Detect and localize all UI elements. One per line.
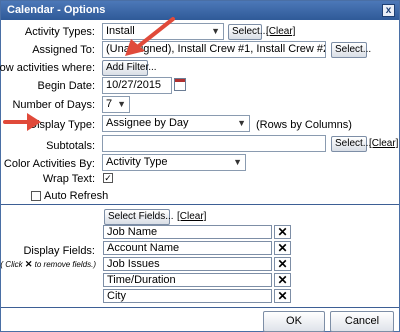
wrap-text-checkbox[interactable]: ✓ [103, 173, 113, 183]
activity-types-clear-link[interactable]: [Clear] [266, 25, 295, 39]
cancel-button[interactable]: Cancel [330, 311, 394, 332]
assigned-to-select-button[interactable]: Select... [331, 42, 371, 58]
display-fields-hint: ( Click ✕ to remove fields.) [0, 257, 96, 272]
display-type-note: (Rows by Columns) [256, 119, 352, 131]
display-type-select[interactable]: Assignee by Day ▼ [102, 115, 250, 132]
ok-button[interactable]: OK [263, 311, 325, 332]
display-field-row: Account Name ✕ [103, 241, 291, 255]
remove-field-icon[interactable]: ✕ [274, 257, 291, 271]
display-type-value: Assignee by Day [106, 117, 189, 129]
remove-field-icon[interactable]: ✕ [274, 273, 291, 287]
display-fields-label: Display Fields: [23, 245, 95, 257]
display-field-row: Job Name ✕ [103, 225, 291, 239]
display-field-row: Time/Duration ✕ [103, 273, 291, 287]
section-divider [1, 204, 399, 205]
add-filter-button[interactable]: Add Filter... [102, 60, 157, 76]
remove-field-icon[interactable]: ✕ [274, 289, 291, 303]
subtotals-field[interactable] [102, 135, 326, 152]
wrap-text-label: Wrap Text: [42, 173, 95, 185]
number-of-days-select[interactable]: 7 ▼ [102, 96, 130, 113]
assigned-to-label: Assigned To: [32, 44, 95, 56]
display-field-name: Account Name [103, 241, 272, 255]
annotation-arrow-icon [125, 17, 175, 56]
chevron-down-icon: ▼ [237, 118, 246, 128]
close-icon[interactable]: x [382, 4, 395, 17]
activity-types-select-button[interactable]: Select... [228, 24, 268, 40]
display-field-name: Time/Duration [103, 273, 272, 287]
chevron-down-icon: ▼ [117, 99, 126, 109]
display-field-name: Job Issues [103, 257, 272, 271]
title-bar: Calendar - Options x [1, 1, 399, 20]
subtotals-label: Subtotals: [46, 140, 95, 152]
display-fields-clear-link[interactable]: [Clear] [177, 210, 206, 224]
chevron-down-icon: ▼ [211, 26, 220, 36]
footer-divider [1, 307, 399, 308]
remove-icon: ✕ [24, 259, 33, 269]
remove-field-icon[interactable]: ✕ [274, 225, 291, 239]
show-activities-label: Show activities where: [0, 62, 95, 74]
display-field-name: City [103, 289, 272, 303]
number-of-days-value: 7 [106, 98, 113, 110]
activity-types-label: Activity Types: [24, 26, 95, 38]
subtotals-select-button[interactable]: Select... [331, 136, 371, 152]
subtotals-clear-link[interactable]: [Clear] [369, 137, 398, 151]
display-field-row: City ✕ [103, 289, 291, 303]
number-of-days-label: Number of Days: [12, 99, 95, 111]
display-field-name: Job Name [103, 225, 272, 239]
window-title: Calendar - Options [7, 4, 106, 16]
chevron-down-icon: ▼ [233, 157, 242, 167]
begin-date-label: Begin Date: [37, 80, 95, 92]
display-fields-hint-post: to remove fields.) [34, 260, 96, 269]
annotation-arrow-icon [3, 113, 41, 131]
calendar-icon[interactable] [174, 78, 186, 91]
begin-date-field[interactable]: 10/27/2015 [102, 77, 172, 94]
color-by-label: Color Activities By: [3, 158, 95, 170]
auto-refresh-checkbox[interactable] [31, 191, 41, 201]
select-fields-button[interactable]: Select Fields... [104, 209, 174, 225]
color-by-value: Activity Type [106, 156, 168, 168]
display-field-row: Job Issues ✕ [103, 257, 291, 271]
calendar-options-dialog: Calendar - Options x Activity Types: Ins… [0, 0, 400, 332]
color-by-select[interactable]: Activity Type ▼ [102, 154, 246, 171]
remove-field-icon[interactable]: ✕ [274, 241, 291, 255]
display-fields-hint-pre: ( Click [0, 260, 23, 269]
auto-refresh-label: Auto Refresh [44, 190, 109, 202]
